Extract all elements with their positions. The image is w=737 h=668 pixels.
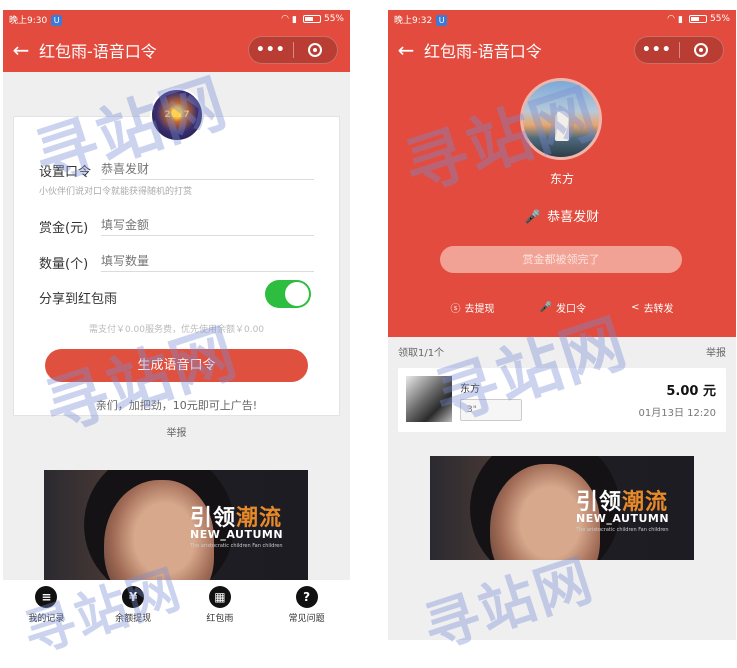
right-phone-screen: 晚上9:32 U ◠ ▮ 55% ← 红包雨-语音口令 ••• 东方 🎤 恭喜发财 … <box>388 10 736 640</box>
battery-text: 55% <box>323 14 344 24</box>
status-button[interactable]: 赏金都被领完了 <box>440 246 682 273</box>
claim-count: 领取1/1个 <box>398 348 445 359</box>
amount-row: 赏金(元) <box>29 212 314 236</box>
status-time: 晚上9:32 U <box>394 13 667 26</box>
mic-icon: 🎤 <box>539 302 553 313</box>
avatar: 2017 <box>150 88 204 142</box>
action-row: ⓢ 去提现 🎤 发口令 < 去转发 <box>388 300 736 315</box>
signal-icon: ▮ <box>291 15 297 25</box>
report-link[interactable]: 举报 <box>3 424 350 439</box>
close-target-button[interactable] <box>680 43 724 57</box>
tab-faq[interactable]: ? 常见问题 <box>263 580 350 640</box>
back-arrow-icon[interactable]: ← <box>3 38 39 62</box>
list-item: 东方 3" 5.00 元 01月13日 12:20 <box>398 368 726 432</box>
count-input[interactable] <box>101 250 314 272</box>
tab-bar: ≡ 我的记录 ¥ 余额提现 ▦ 红包雨 ? 常见问题 <box>3 580 350 640</box>
battery-text: 55% <box>709 14 730 24</box>
status-icons: ◠ ▮ 55% <box>667 14 730 25</box>
share-icon: < <box>631 302 640 313</box>
yen-icon: ¥ <box>122 586 145 608</box>
wifi-icon: ◠ <box>667 14 675 24</box>
tab-label: 我的记录 <box>28 614 65 624</box>
page-title: 红包雨-语音口令 <box>39 42 157 61</box>
tab-label: 红包雨 <box>206 614 234 624</box>
share-toggle[interactable] <box>265 280 311 308</box>
password-hint: 小伙伴们说对口令就能获得随机的打赏 <box>39 187 193 197</box>
ad-subtitle: NEW_AUTUMN <box>576 512 670 525</box>
ad-subtitle: NEW_AUTUMN <box>190 528 284 541</box>
promo-text: 亲们，加把劲，10元即可上广告! <box>95 399 258 412</box>
tab-red-packet-rain[interactable]: ▦ 红包雨 <box>177 580 264 640</box>
more-menu-button[interactable]: ••• <box>635 42 679 58</box>
signal-icon: ▮ <box>677 15 683 25</box>
ad-banner[interactable]: 引领潮流 NEW_AUTUMN The aristocratic childre… <box>430 456 694 560</box>
status-bar: 晚上9:30 U ◠ ▮ 55% <box>3 10 350 28</box>
page-title: 红包雨-语音口令 <box>424 42 542 61</box>
voice-password: 🎤 恭喜发财 <box>524 210 600 225</box>
tab-label: 余额提现 <box>115 614 152 624</box>
ad-banner[interactable]: 引领潮流 NEW_AUTUMN The aristocratic childre… <box>44 470 308 580</box>
question-icon: ? <box>295 586 318 608</box>
wifi-icon: ◠ <box>281 14 289 24</box>
status-bar: 晚上9:32 U ◠ ▮ 55% <box>388 10 736 28</box>
battery-icon <box>688 15 707 23</box>
list-header: 领取1/1个 举报 <box>388 344 736 359</box>
send-password-action[interactable]: 🎤 发口令 <box>540 300 586 315</box>
more-menu-button[interactable]: ••• <box>249 42 293 58</box>
voice-message-button[interactable]: 3" <box>460 399 522 421</box>
tab-withdraw[interactable]: ¥ 余额提现 <box>90 580 177 640</box>
left-phone-screen: 晚上9:30 U ◠ ▮ 55% ← 红包雨-语音口令 ••• 2017 设置口令… <box>3 10 350 640</box>
count-label: 数量(个) <box>39 257 89 272</box>
sender-name: 东方 <box>549 172 574 186</box>
password-input[interactable] <box>101 158 314 180</box>
ad-tagline: The aristocratic children Fan children <box>190 543 283 549</box>
tab-label: 常见问题 <box>288 614 325 624</box>
share-label: 分享到红包雨 <box>39 292 118 307</box>
mini-program-capsule: ••• <box>248 36 338 64</box>
back-arrow-icon[interactable]: ← <box>388 38 424 62</box>
list-icon: ≡ <box>35 586 58 608</box>
nav-bar: ← 红包雨-语音口令 ••• <box>3 28 350 72</box>
avatar <box>406 376 452 422</box>
close-target-button[interactable] <box>294 43 338 57</box>
tab-my-records[interactable]: ≡ 我的记录 <box>3 580 90 640</box>
report-link[interactable]: 举报 <box>706 344 726 359</box>
forward-action[interactable]: < 去转发 <box>631 300 673 315</box>
count-row: 数量(个) <box>29 248 314 272</box>
record-amount: 5.00 元 <box>666 384 716 399</box>
mic-icon: 🎤 <box>524 210 542 225</box>
status-icons: ◠ ▮ 55% <box>281 14 344 25</box>
password-row: 设置口令 <box>29 156 314 180</box>
nav-bar: ← 红包雨-语音口令 ••• <box>388 28 736 72</box>
ad-tagline: The aristocratic children Fan children <box>576 527 669 533</box>
generate-voice-password-button[interactable]: 生成语音口令 <box>45 349 308 382</box>
fee-text: 需支付￥0.00服务费，优先使用余额￥0.00 <box>88 325 265 335</box>
amount-input[interactable] <box>101 214 314 236</box>
status-time: 晚上9:30 U <box>9 13 281 26</box>
record-time: 01月13日 12:20 <box>638 408 716 419</box>
amount-label: 赏金(元) <box>39 221 89 236</box>
withdraw-icon: ⓢ <box>450 304 461 315</box>
battery-icon <box>302 15 321 23</box>
mini-program-capsule: ••• <box>634 36 724 64</box>
withdraw-action[interactable]: ⓢ 去提现 <box>451 300 495 315</box>
grid-icon: ▦ <box>208 586 231 608</box>
password-label: 设置口令 <box>39 165 92 180</box>
record-name: 东方 <box>460 384 480 395</box>
avatar <box>520 78 602 160</box>
